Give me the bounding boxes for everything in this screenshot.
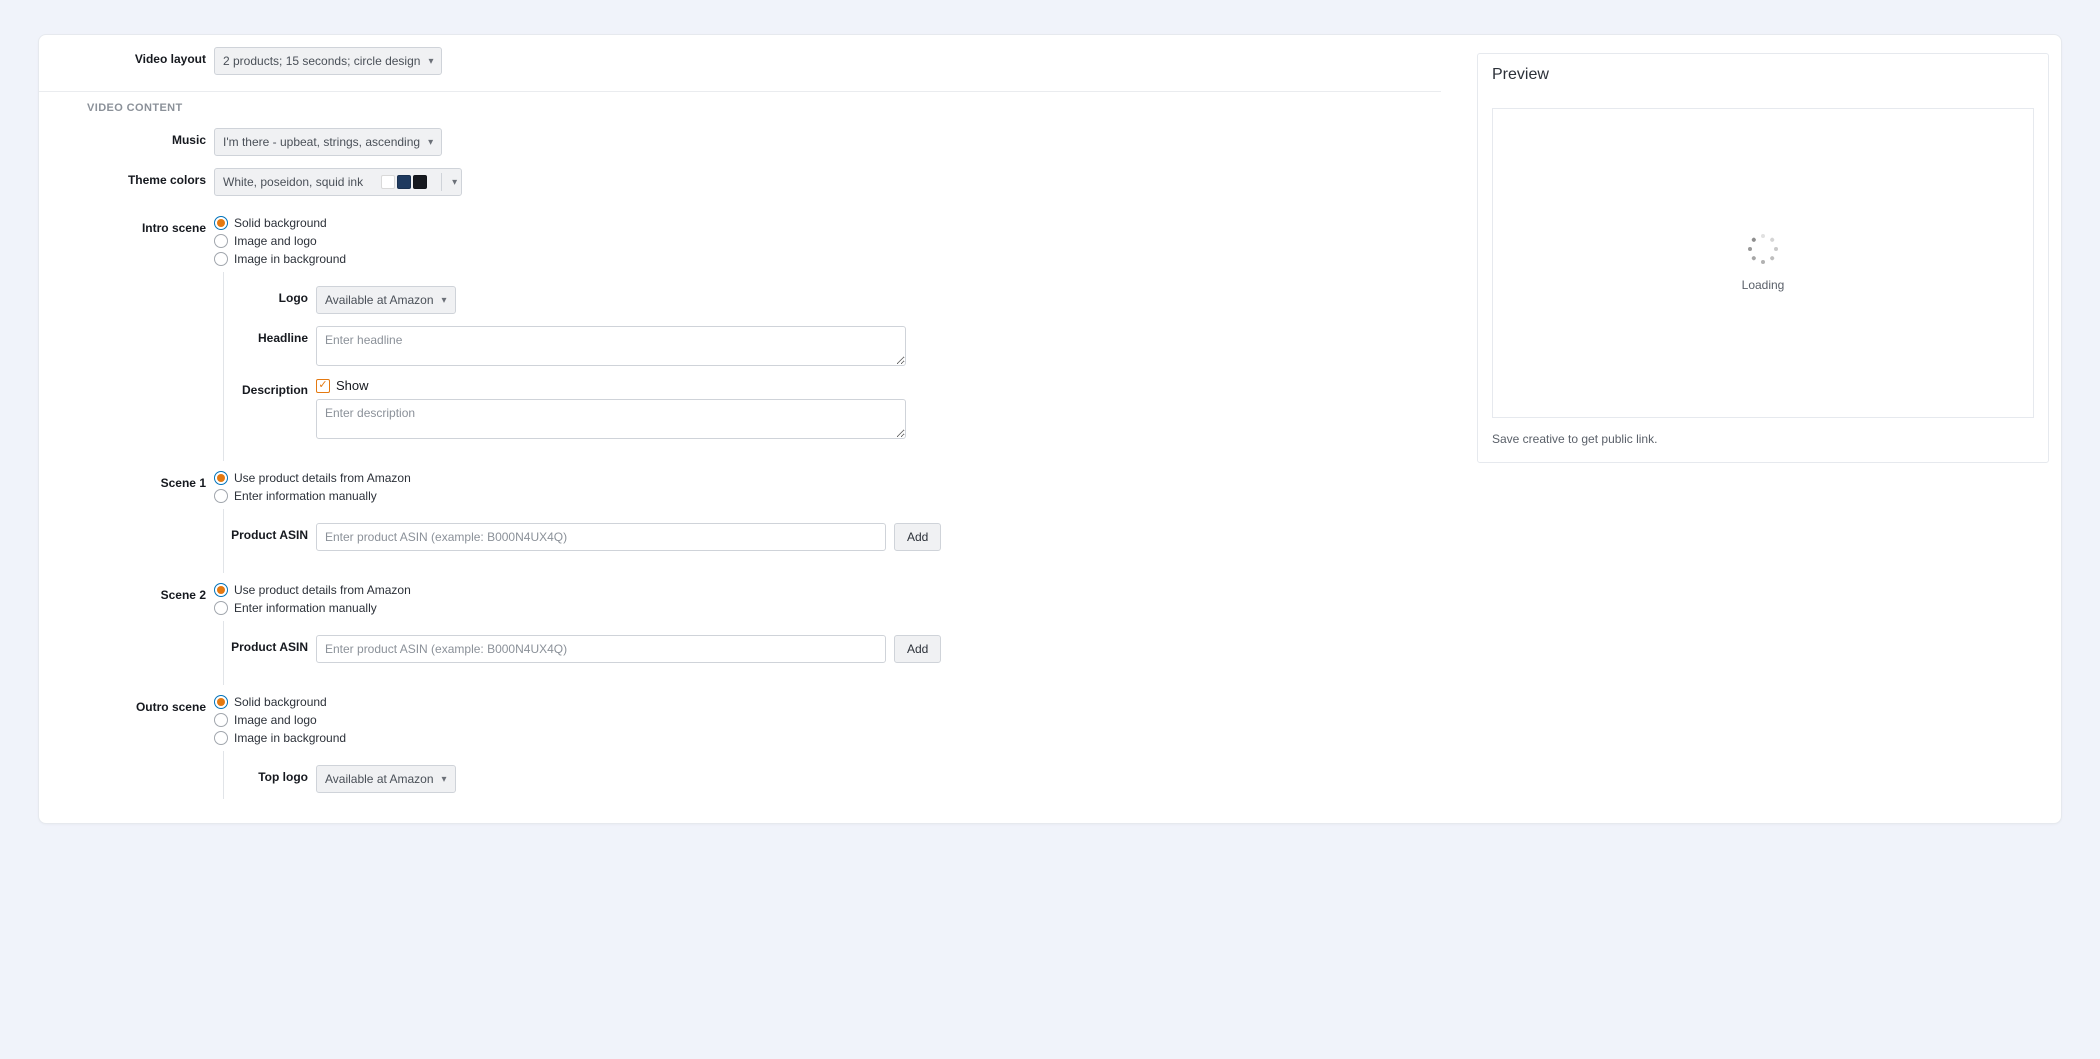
chevron-down-icon: ▾ [452,177,457,188]
preview-box: Loading [1492,108,2034,418]
scene2-subform: Product ASIN Add [223,621,1441,685]
radio-icon [214,601,228,615]
label-video-layout: Video layout [39,47,214,66]
label-music: Music [39,128,214,147]
color-swatch-1 [381,175,395,189]
radio-intro-solid-label: Solid background [234,216,327,230]
dropdown-top-logo[interactable]: Available at Amazon ▾ [316,765,456,793]
editor-card: Video layout 2 products; 15 seconds; cir… [38,34,2062,824]
scene1-asin-input[interactable] [316,523,886,551]
dropdown-theme-colors-value: White, poseidon, squid ink [223,175,363,189]
chevron-down-icon: ▾ [442,295,447,306]
chevron-down-icon: ▾ [428,137,433,148]
dropdown-theme-colors[interactable]: White, poseidon, squid ink ▾ [214,168,462,196]
row-description: Description ✓ Show [224,372,1441,445]
checkbox-show-description[interactable]: ✓ [316,379,330,393]
radio-outro-solid[interactable]: Solid background [214,695,346,709]
radio-icon [214,216,228,230]
row-scene2-asin: Product ASIN Add [224,629,1441,669]
preview-hint: Save creative to get public link. [1492,432,2034,446]
radio-intro-image-logo[interactable]: Image and logo [214,234,346,248]
radio-scene1-manual[interactable]: Enter information manually [214,489,411,503]
row-scene2: Scene 2 Use product details from Amazon … [39,573,1441,621]
radio-icon [214,252,228,266]
preview-column: Preview Loading Save creative to get pub… [1477,41,2061,799]
row-outro-scene: Outro scene Solid background Image and l… [39,685,1441,751]
description-input[interactable] [316,399,906,439]
radio-scene1-amazon[interactable]: Use product details from Amazon [214,471,411,485]
row-video-layout: Video layout 2 products; 15 seconds; cir… [39,41,1441,81]
preview-panel: Preview Loading Save creative to get pub… [1477,53,2049,463]
label-scene1-asin: Product ASIN [224,523,316,542]
headline-input[interactable] [316,326,906,366]
label-theme-colors: Theme colors [39,168,214,187]
row-scene1: Scene 1 Use product details from Amazon … [39,461,1441,509]
checkbox-show-description-label: Show [336,378,369,393]
dropdown-video-layout[interactable]: 2 products; 15 seconds; circle design ▾ [214,47,442,75]
radio-icon [214,471,228,485]
dropdown-logo-value: Available at Amazon [325,293,434,307]
label-intro-scene: Intro scene [39,216,214,235]
row-logo: Logo Available at Amazon ▾ [224,280,1441,320]
radio-outro-image-bg-label: Image in background [234,731,346,745]
radio-intro-image-bg[interactable]: Image in background [214,252,346,266]
outro-subform: Top logo Available at Amazon ▾ [223,751,1441,799]
radio-scene1-manual-label: Enter information manually [234,489,377,503]
label-description: Description [224,378,316,397]
radio-intro-solid[interactable]: Solid background [214,216,346,230]
dropdown-music-value: I'm there - upbeat, strings, ascending [223,135,420,149]
chevron-down-icon: ▾ [442,774,447,785]
radio-outro-image-logo[interactable]: Image and logo [214,713,346,727]
chevron-down-icon: ▾ [428,56,433,67]
radio-scene2-amazon[interactable]: Use product details from Amazon [214,583,411,597]
scene1-add-button[interactable]: Add [894,523,941,551]
dropdown-logo[interactable]: Available at Amazon ▾ [316,286,456,314]
radio-icon [214,234,228,248]
radio-icon [214,695,228,709]
radio-outro-solid-label: Solid background [234,695,327,709]
row-intro-scene: Intro scene Solid background Image and l… [39,202,1441,272]
row-theme-colors: Theme colors White, poseidon, squid ink … [39,162,1441,202]
row-top-logo: Top logo Available at Amazon ▾ [224,759,1441,799]
radio-scene2-manual[interactable]: Enter information manually [214,601,411,615]
form-column: Video layout 2 products; 15 seconds; cir… [39,41,1441,799]
loading-spinner-icon [1748,234,1778,264]
radio-scene2-amazon-label: Use product details from Amazon [234,583,411,597]
loading-text: Loading [1742,278,1785,292]
color-swatch-3 [413,175,427,189]
scene2-add-button[interactable]: Add [894,635,941,663]
label-top-logo: Top logo [224,765,316,784]
label-scene2: Scene 2 [39,583,214,602]
radio-icon [214,583,228,597]
radio-icon [214,731,228,745]
row-music: Music I'm there - upbeat, strings, ascen… [39,122,1441,162]
dropdown-music[interactable]: I'm there - upbeat, strings, ascending ▾ [214,128,442,156]
section-video-content-heading: VIDEO CONTENT [39,92,1441,122]
dropdown-top-logo-value: Available at Amazon [325,772,434,786]
label-scene2-asin: Product ASIN [224,635,316,654]
label-headline: Headline [224,326,316,345]
radio-scene1-amazon-label: Use product details from Amazon [234,471,411,485]
radio-scene2-manual-label: Enter information manually [234,601,377,615]
radio-outro-image-bg[interactable]: Image in background [214,731,346,745]
radio-intro-image-logo-label: Image and logo [234,234,317,248]
radio-outro-image-logo-label: Image and logo [234,713,317,727]
intro-subform: Logo Available at Amazon ▾ Headline [223,272,1441,461]
radio-icon [214,713,228,727]
color-swatch-2 [397,175,411,189]
radio-icon [214,489,228,503]
label-logo: Logo [224,286,316,305]
row-headline: Headline [224,320,1441,372]
label-outro-scene: Outro scene [39,695,214,714]
label-scene1: Scene 1 [39,471,214,490]
row-scene1-asin: Product ASIN Add [224,517,1441,557]
scene1-subform: Product ASIN Add [223,509,1441,573]
scene2-asin-input[interactable] [316,635,886,663]
radio-intro-image-bg-label: Image in background [234,252,346,266]
dropdown-video-layout-value: 2 products; 15 seconds; circle design [223,54,420,68]
preview-title: Preview [1492,66,2034,84]
